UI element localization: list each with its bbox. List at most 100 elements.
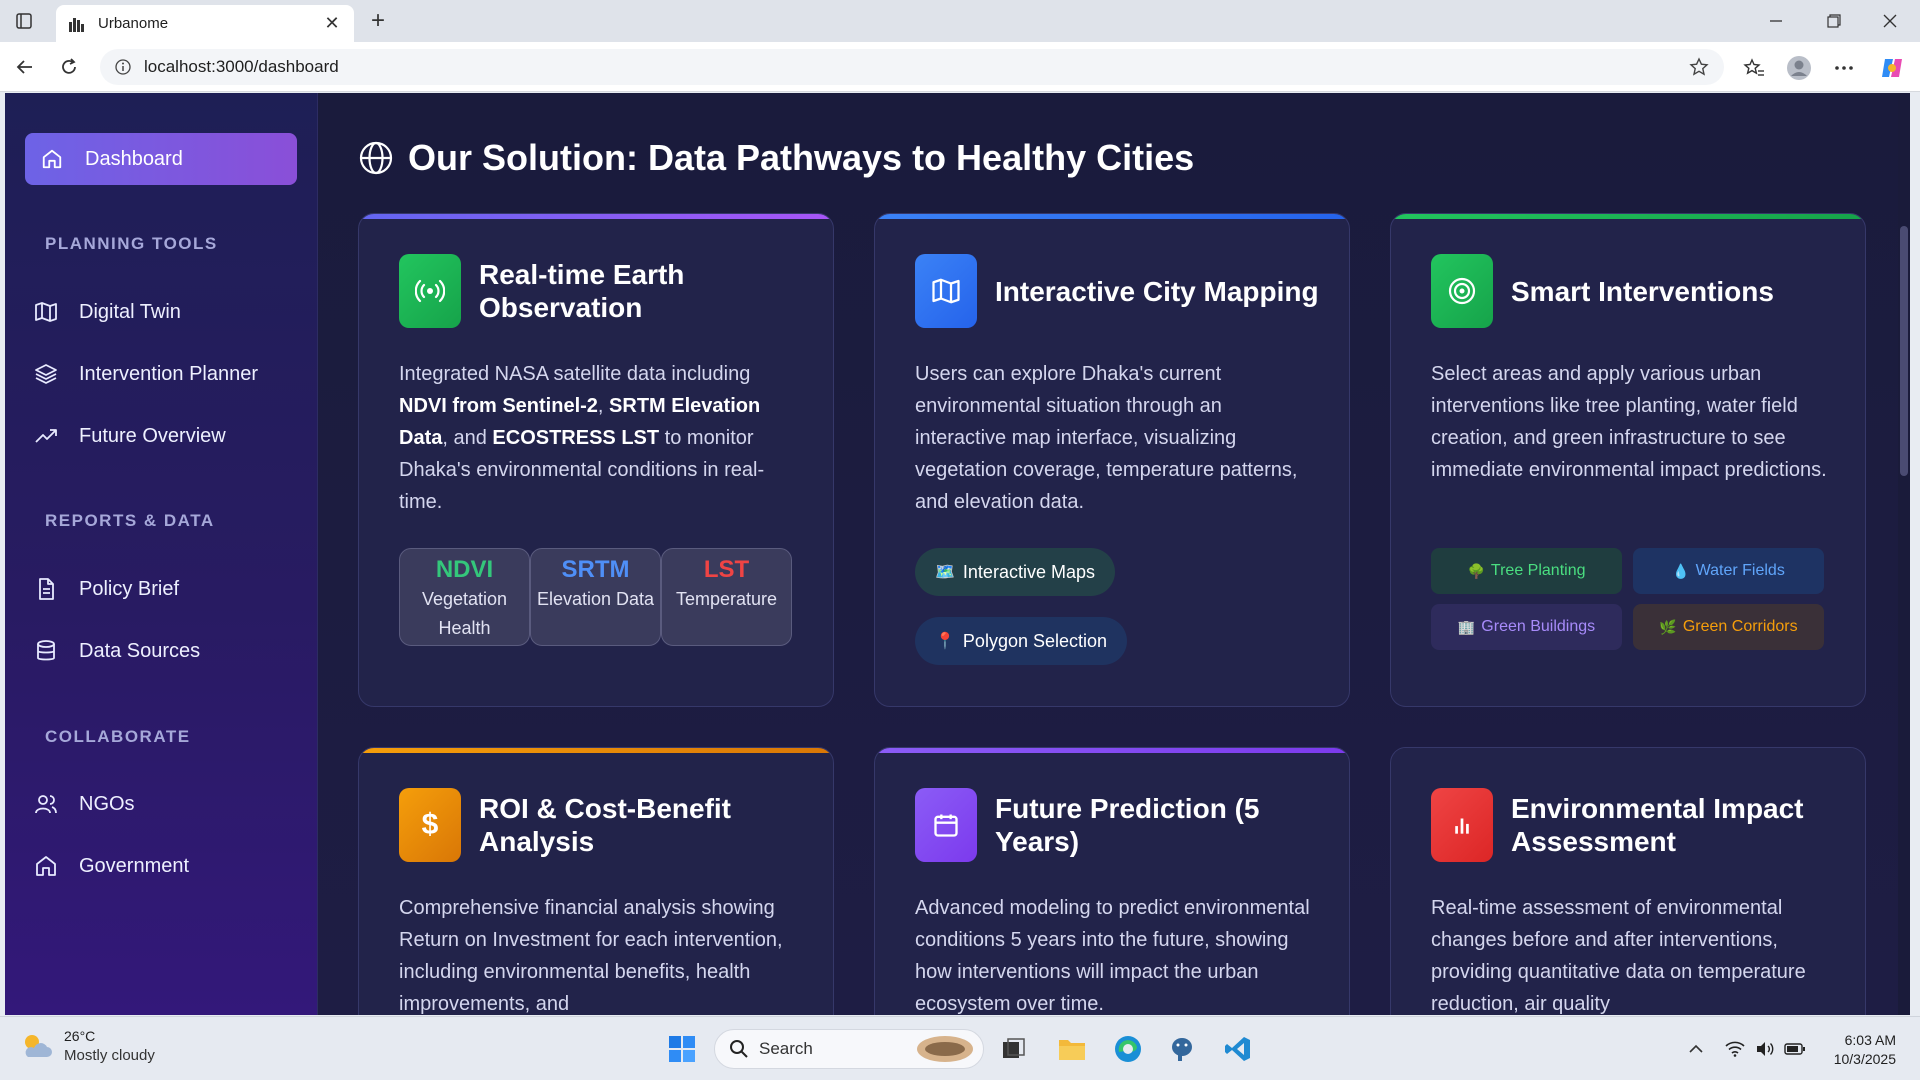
battery-icon[interactable] — [1784, 1039, 1806, 1059]
pill-polygon-selection[interactable]: 📍 Polygon Selection — [915, 617, 1128, 665]
tab-title: Urbanome — [98, 15, 169, 32]
search-icon — [730, 1040, 748, 1058]
chip-water-fields[interactable]: 💧 Water Fields — [1633, 548, 1824, 594]
vscode-icon[interactable] — [1220, 1031, 1256, 1067]
chip-tree-planting[interactable]: 🌳 Tree Planting — [1431, 548, 1622, 594]
urbanome-favicon-icon — [68, 15, 86, 33]
chevron-up-icon[interactable] — [1685, 1039, 1707, 1059]
card-title: Environmental Impact Assessment — [1511, 793, 1804, 857]
card-title: Future Prediction (5 Years) — [995, 793, 1260, 857]
chip-label: Green Buildings — [1481, 618, 1596, 635]
building-icon: 🏢 — [1457, 618, 1476, 635]
metric-srtm: SRTM Elevation Data — [530, 548, 661, 646]
browser-tab[interactable]: Urbanome ✕ — [56, 5, 354, 42]
droplet-icon: 💧 — [1672, 562, 1690, 579]
card-roi-analysis: $ ROI & Cost-Benefit Analysis Comprehens… — [358, 747, 834, 1015]
document-icon — [33, 576, 59, 602]
search-label: Search — [759, 1039, 813, 1058]
scrollbar[interactable] — [1898, 93, 1910, 1015]
sidebar-item-label: Government — [79, 854, 190, 877]
chip-green-corridors[interactable]: 🌿 Green Corridors — [1633, 604, 1824, 650]
volume-icon[interactable] — [1754, 1039, 1776, 1059]
card-title: Real-time Earth Observation — [479, 259, 685, 323]
card-title: Smart Interventions — [1511, 275, 1774, 307]
file-explorer-icon[interactable] — [1054, 1031, 1090, 1067]
map-icon — [915, 254, 977, 328]
herb-icon: 🌿 — [1659, 618, 1677, 635]
url-field[interactable]: localhost:3000/dashboard — [100, 49, 1724, 85]
main-content: Our Solution: Data Pathways to Healthy C… — [318, 93, 1910, 1015]
map-icon — [33, 299, 59, 325]
sidebar-item-government[interactable]: Government — [33, 844, 303, 888]
metric-name: LST — [703, 556, 750, 583]
chip-green-buildings[interactable]: 🏢 Green Buildings — [1431, 604, 1622, 650]
sidebar-item-data-sources[interactable]: Data Sources — [33, 629, 303, 673]
system-clock[interactable]: 6:03 AM 10/3/2025 — [1834, 1031, 1896, 1069]
metric-lst: LST Temperature — [661, 548, 792, 646]
pin-icon: 📍 — [935, 633, 955, 650]
card-description: Comprehensive financial analysis showing… — [399, 897, 783, 1015]
sidebar-item-label: Dashboard — [85, 147, 183, 170]
layers-icon — [33, 361, 59, 387]
world-map-icon: 🗺️ — [935, 564, 955, 581]
users-icon — [33, 791, 59, 817]
calendar-icon — [915, 788, 977, 862]
tab-actions-icon[interactable] — [12, 9, 36, 33]
close-tab-icon[interactable]: ✕ — [322, 13, 342, 34]
card-environmental-impact: Environmental Impact Assessment Real-tim… — [1390, 747, 1866, 1015]
restore-icon[interactable] — [1820, 8, 1848, 34]
card-earth-observation: Real-time Earth Observation Integrated N… — [358, 213, 834, 707]
browser-titlebar: Urbanome ✕ + — [0, 0, 1920, 42]
chip-label: Tree Planting — [1490, 562, 1586, 579]
card-description: Integrated NASA satellite data including… — [399, 363, 765, 513]
clock-time: 6:03 AM — [1844, 1032, 1896, 1048]
card-city-mapping: Interactive City Mapping Users can explo… — [874, 213, 1350, 707]
card-title: ROI & Cost-Benefit Analysis — [479, 793, 731, 857]
profile-avatar-icon[interactable] — [1785, 54, 1813, 82]
metric-desc: Temperature — [675, 589, 778, 609]
weather-condition: Mostly cloudy — [64, 1047, 155, 1064]
trending-up-icon — [33, 423, 59, 449]
windows-start-icon[interactable] — [664, 1031, 700, 1067]
sidebar-item-intervention-planner[interactable]: Intervention Planner — [33, 352, 303, 396]
sidebar-item-digital-twin[interactable]: Digital Twin — [33, 290, 303, 334]
wifi-icon[interactable] — [1724, 1039, 1746, 1059]
sidebar-item-policy-brief[interactable]: Policy Brief — [33, 567, 303, 611]
sidebar-item-dashboard[interactable]: Dashboard — [25, 133, 297, 185]
reload-icon[interactable] — [56, 54, 82, 80]
card-accent-line — [875, 748, 1349, 753]
sidebar-item-ngos[interactable]: NGOs — [33, 782, 303, 826]
url-text: localhost:3000/dashboard — [144, 57, 339, 76]
scrollbar-thumb[interactable] — [1900, 226, 1908, 476]
sidebar-item-label: NGOs — [79, 792, 135, 815]
clock-date: 10/3/2025 — [1833, 1051, 1896, 1067]
favorites-icon[interactable] — [1740, 54, 1768, 82]
sidebar-item-label: Data Sources — [79, 639, 201, 662]
section-label-collaborate: COLLABORATE — [45, 727, 191, 746]
taskbar-search[interactable]: Search — [714, 1029, 984, 1069]
satellite-signal-icon — [399, 254, 461, 328]
close-window-icon[interactable] — [1876, 8, 1904, 34]
sidebar-item-future-overview[interactable]: Future Overview — [33, 414, 303, 458]
edge-browser-icon[interactable] — [1110, 1031, 1146, 1067]
back-icon[interactable] — [12, 54, 38, 80]
minimize-icon[interactable] — [1762, 8, 1790, 34]
pill-interactive-maps[interactable]: 🗺️ Interactive Maps — [915, 548, 1115, 596]
sidebar-item-label: Digital Twin — [79, 300, 181, 323]
new-tab-button[interactable]: + — [364, 7, 392, 35]
database-icon — [33, 638, 59, 664]
site-info-icon[interactable] — [114, 58, 132, 76]
pill-label: Interactive Maps — [962, 561, 1095, 582]
weather-widget[interactable]: 26°C Mostly cloudy — [20, 1027, 155, 1065]
copilot-icon[interactable] — [1878, 54, 1906, 82]
more-menu-icon[interactable] — [1830, 54, 1858, 82]
target-icon — [1431, 254, 1493, 328]
favorite-star-icon[interactable] — [1688, 56, 1710, 78]
task-view-icon[interactable] — [996, 1031, 1032, 1067]
card-accent-line — [359, 748, 833, 753]
sidebar-item-label: Future Overview — [79, 424, 226, 447]
sidebar: Dashboard PLANNING TOOLS Digital Twin In… — [5, 93, 318, 1015]
page-title: Our Solution: Data Pathways to Healthy C… — [358, 137, 1194, 179]
section-label-reports: REPORTS & DATA — [45, 511, 215, 530]
postgresql-icon[interactable] — [1164, 1031, 1200, 1067]
